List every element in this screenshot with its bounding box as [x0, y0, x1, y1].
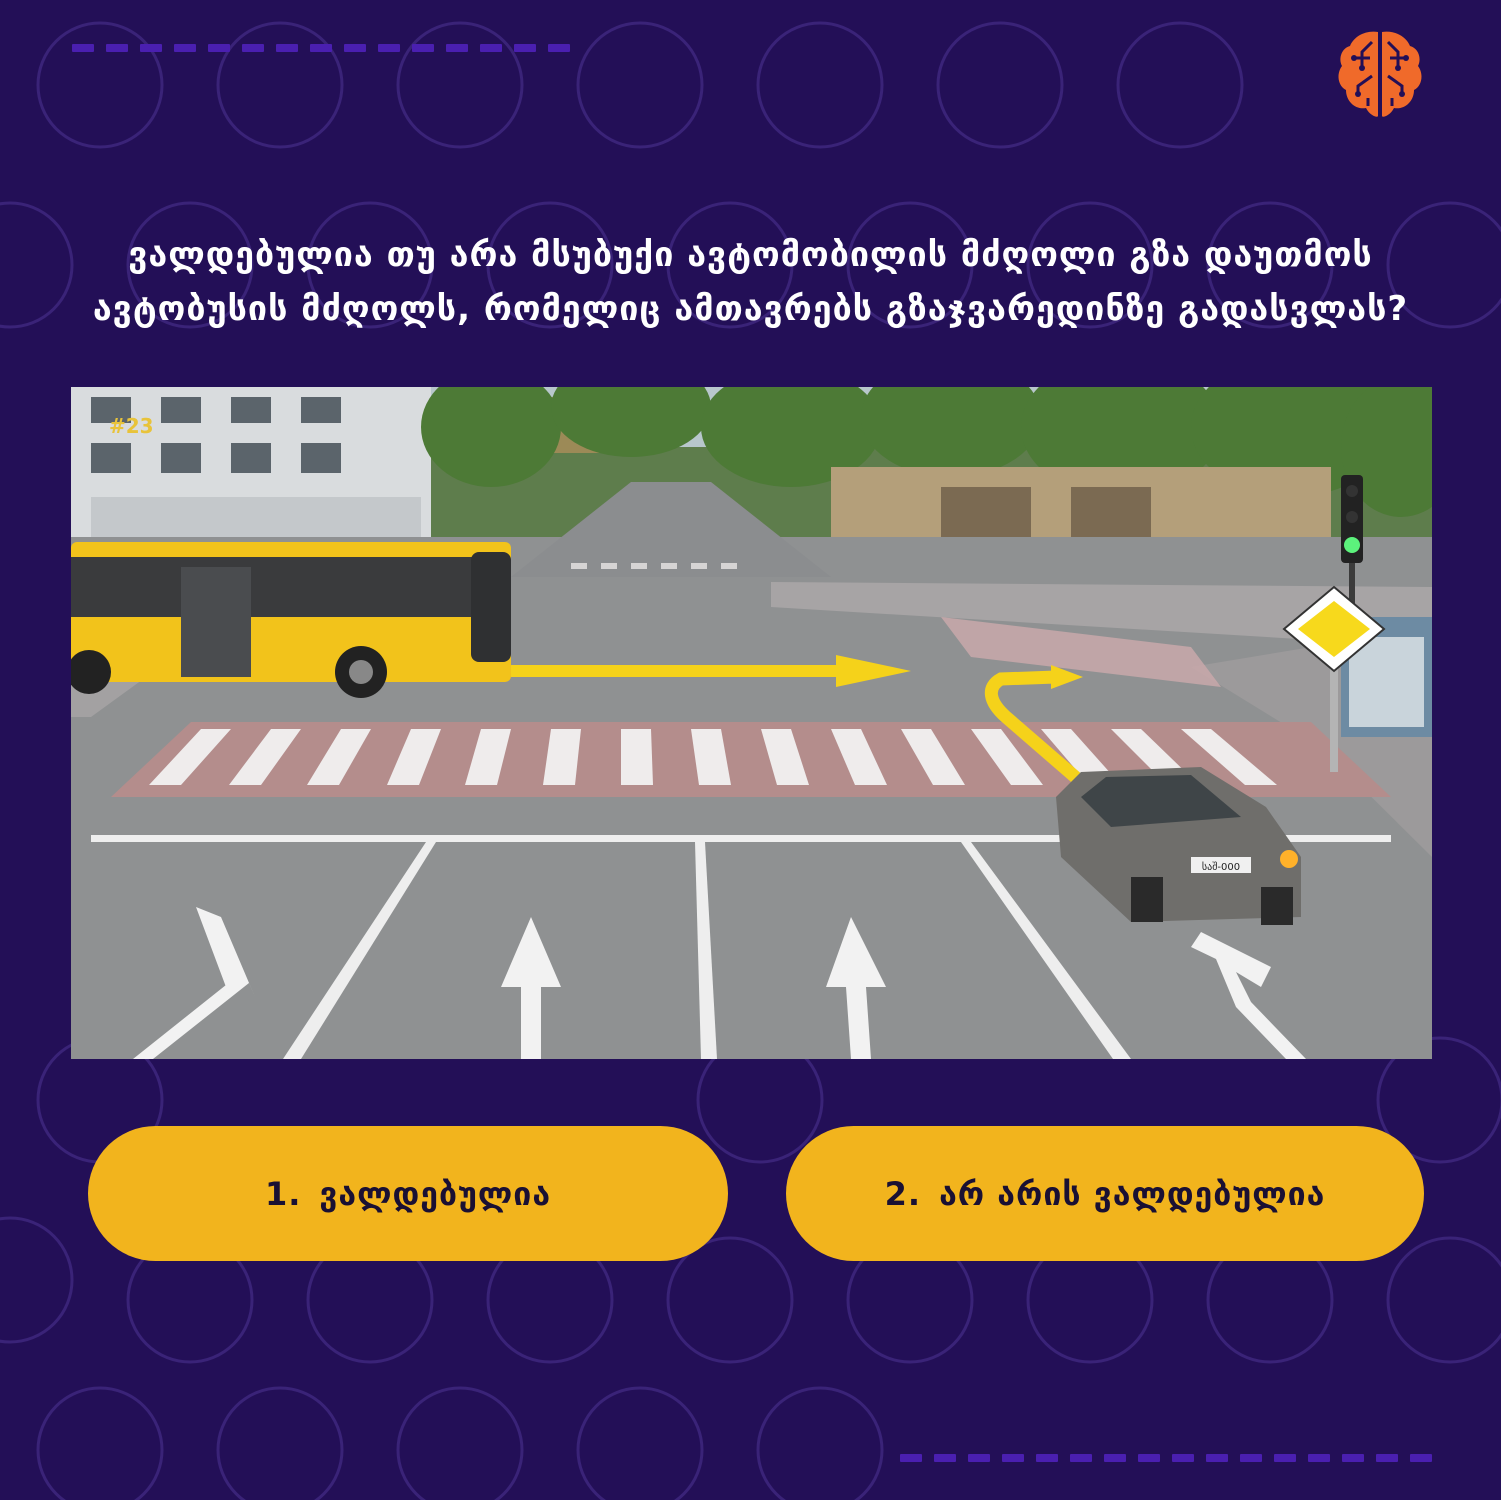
bus: [71, 542, 511, 698]
building-left: [71, 387, 431, 547]
brain-circuit-icon: [1338, 31, 1422, 117]
answer-option-1[interactable]: 1. ვალდებულია: [88, 1126, 728, 1261]
sticker-label: #23: [109, 414, 154, 438]
question-text: ვალდებულია თუ არა მსუბუქი ავტომობილის მძ…: [30, 228, 1471, 336]
answer-2-number: 2.: [884, 1174, 922, 1213]
decorative-dashes-top: [72, 44, 570, 52]
license-plate: საშ-000: [1202, 861, 1240, 873]
decorative-dashes-bottom: [900, 1454, 1432, 1462]
question-line-1: ვალდებულია თუ არა მსუბუქი ავტომობილის მძ…: [128, 235, 1373, 275]
answer-option-2[interactable]: 2. არ არის ვალდებულია: [786, 1126, 1424, 1261]
question-line-2: ავტობუსის მძღოლს, რომელიც ამთავრებს გზაჯ…: [92, 289, 1409, 329]
answer-2-label: არ არის ვალდებულია: [939, 1174, 1326, 1213]
answer-1-label: ვალდებულია: [319, 1174, 552, 1213]
answer-1-number: 1.: [264, 1174, 302, 1213]
intersection-scene: #23 საშ-000: [71, 387, 1432, 1059]
